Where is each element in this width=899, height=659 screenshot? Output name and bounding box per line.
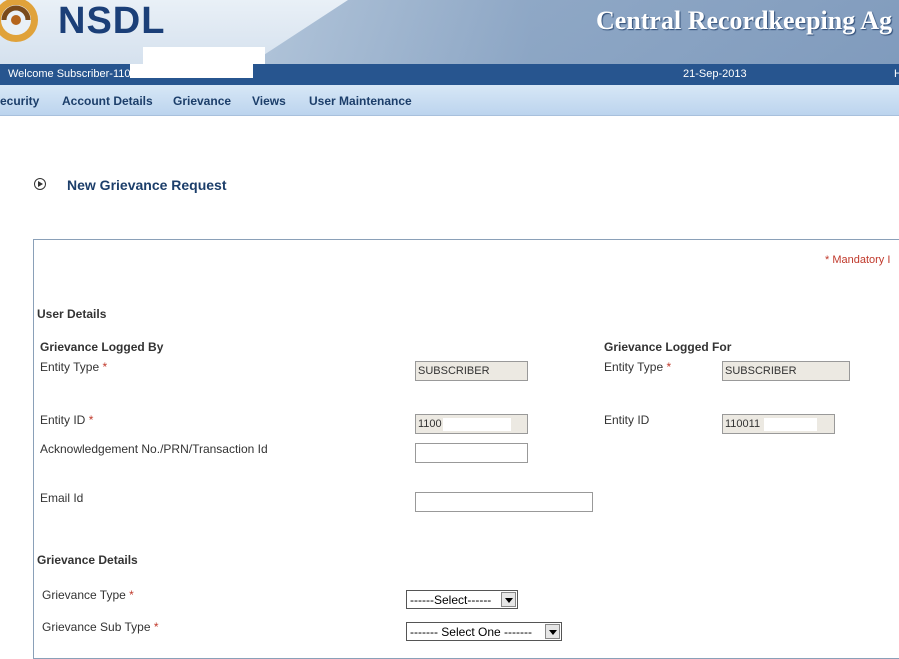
header-banner: NSDL Central Recordkeeping Ag: [0, 0, 899, 64]
help-link[interactable]: H: [894, 68, 899, 80]
menu-item-grievance[interactable]: Grievance: [173, 94, 231, 108]
required-marker: *: [129, 588, 134, 602]
menu-item-account-details[interactable]: Account Details: [62, 94, 153, 108]
dropdown-arrow-icon[interactable]: [501, 592, 516, 607]
entity-type-label: Entity Type *: [40, 360, 108, 374]
main-menu: ecurity Account Details Grievance Views …: [0, 85, 899, 116]
nsdl-logo-icon: [0, 0, 38, 42]
ack-label: Acknowledgement No./PRN/Transaction Id: [40, 442, 268, 456]
menu-item-user-maintenance[interactable]: User Maintenance: [309, 94, 412, 108]
for-entity-type-label: Entity Type *: [604, 360, 672, 374]
email-label: Email Id: [40, 491, 84, 505]
dropdown-arrow-icon[interactable]: [545, 624, 560, 639]
user-details-heading: User Details: [37, 307, 107, 321]
logged-for-heading: Grievance Logged For: [604, 340, 732, 354]
redaction-block: [686, 391, 740, 405]
grievance-type-label: Grievance Type *: [42, 588, 134, 602]
ack-number-input[interactable]: [415, 443, 528, 463]
for-entity-id-label: Entity ID: [604, 413, 650, 427]
redaction-block: [455, 389, 524, 401]
grievance-type-select[interactable]: ------Select------: [406, 590, 518, 609]
required-marker: *: [666, 360, 672, 374]
menu-item-security[interactable]: ecurity: [0, 94, 39, 108]
welcome-text: Welcome Subscriber-110: [8, 68, 131, 80]
required-marker: *: [153, 620, 159, 634]
required-marker: *: [88, 413, 94, 427]
redaction-block: [764, 418, 817, 431]
current-date: 21-Sep-2013: [683, 68, 747, 80]
brand-name: NSDL: [58, 0, 166, 42]
arrow-bullet-icon: [34, 178, 46, 190]
grievance-details-heading: Grievance Details: [37, 553, 138, 567]
email-input[interactable]: [415, 492, 593, 512]
for-entity-type-field: SUBSCRIBER: [722, 361, 850, 381]
entity-id-label: Entity ID *: [40, 413, 94, 427]
page-title: New Grievance Request: [67, 177, 227, 193]
tagline: Central Recordkeeping Ag: [596, 6, 893, 35]
menu-item-views[interactable]: Views: [252, 94, 286, 108]
logged-by-heading: Grievance Logged By: [40, 340, 164, 354]
grievance-subtype-label: Grievance Sub Type *: [42, 620, 159, 634]
grievance-subtype-select[interactable]: ------- Select One -------: [406, 622, 562, 641]
entity-type-field: SUBSCRIBER: [415, 361, 528, 381]
mandatory-note: * Mandatory I: [825, 254, 891, 266]
redaction-block: [130, 64, 253, 78]
redaction-block: [443, 418, 511, 431]
required-marker: *: [102, 360, 108, 374]
